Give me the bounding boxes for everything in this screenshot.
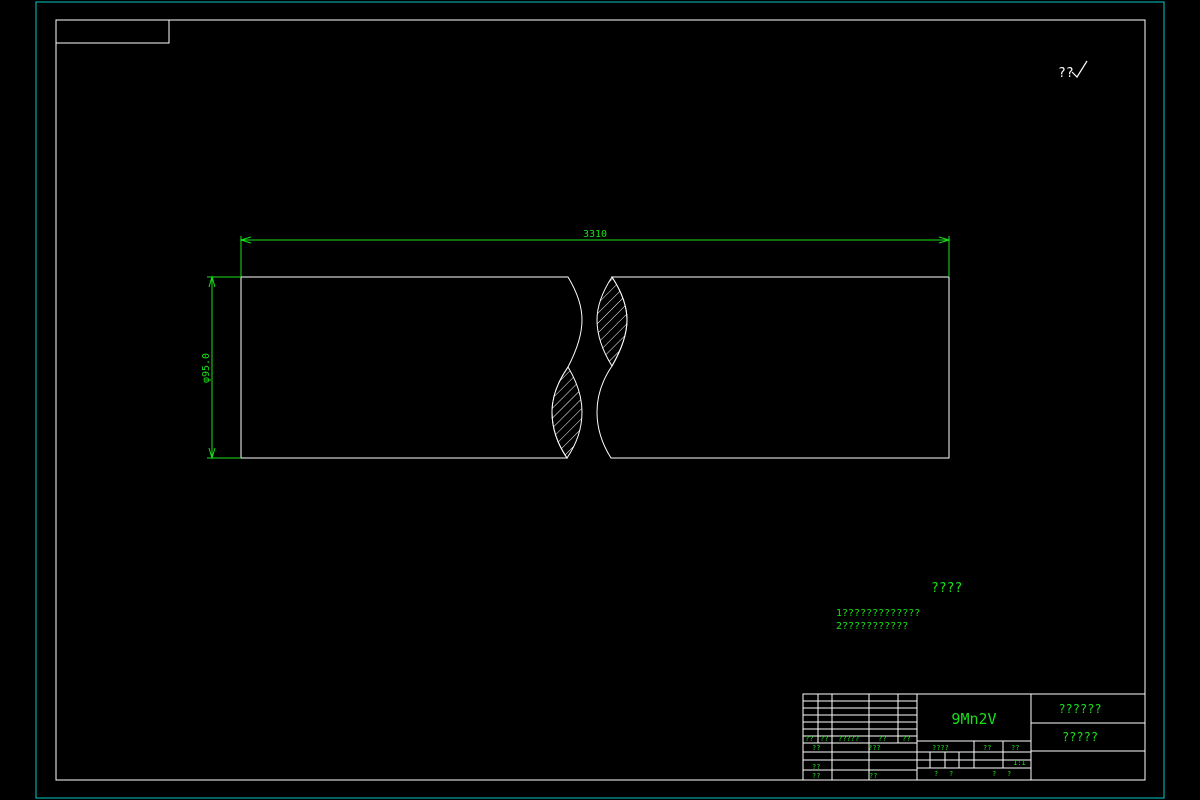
tb-left-label: ?? [869, 772, 877, 780]
diameter-dimension [207, 275, 241, 460]
notes-line-2: 2??????????? [836, 621, 908, 632]
scale-label: ?? [1011, 744, 1019, 752]
outer-border [35, 1, 1165, 799]
corner-label-box [55, 19, 170, 44]
drawing-sheet: ?? 3310 φ95.0 ???? 1????????????? 2?????… [35, 1, 1165, 799]
diameter-dimension-value: φ95.0 [201, 353, 212, 383]
tb-left-label: ?? [812, 763, 820, 771]
tb-row-label: ?? [902, 735, 910, 743]
stage-label: ???? [932, 744, 949, 752]
drawing-name: ?????? [1058, 702, 1101, 716]
notes-heading: ???? [931, 581, 962, 596]
tb-row-label: ?? [878, 735, 886, 743]
material-label: 9Mn2V [951, 710, 996, 728]
roughness-label: ?? [1058, 66, 1074, 81]
tb-row-label: ?? [820, 735, 828, 743]
inner-border [55, 19, 1146, 781]
tb-mid-label: ??? [868, 744, 881, 752]
length-dimension-value: 3310 [583, 229, 607, 240]
notes-line-1: 1????????????? [836, 608, 920, 619]
scale-value: 1:1 [1013, 759, 1026, 767]
surface-roughness-symbol: ?? [1058, 60, 1088, 81]
shaft-left-segment [240, 276, 583, 459]
tb-row-label: ????? [838, 735, 859, 743]
length-dimension [239, 236, 951, 277]
break-hatch-upper [596, 276, 628, 367]
sheet-label: ? [949, 770, 953, 778]
tb-row-label: ?? [805, 735, 813, 743]
shaft-right-segment [596, 276, 950, 459]
roughness-check-icon [1071, 60, 1088, 78]
drawing-number: ????? [1062, 730, 1098, 744]
break-hatch-lower [551, 366, 583, 459]
sheet-label: ? [1007, 770, 1011, 778]
sheet-label: ? [992, 770, 996, 778]
tb-left-label: ?? [812, 744, 820, 752]
weight-label: ?? [983, 744, 991, 752]
sheet-label: ? [934, 770, 938, 778]
tb-left-label: ?? [812, 772, 820, 780]
